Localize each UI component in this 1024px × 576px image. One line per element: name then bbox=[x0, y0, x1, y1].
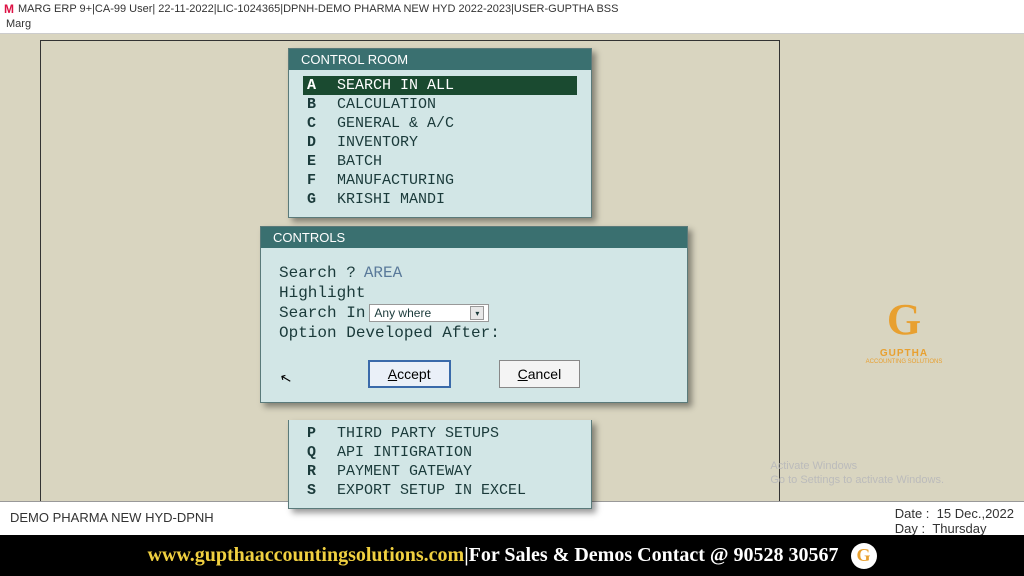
menu-key: A bbox=[307, 77, 319, 94]
menu-label: INVENTORY bbox=[337, 134, 418, 151]
menu-key: C bbox=[307, 115, 319, 132]
search-in-label: Search In bbox=[279, 304, 365, 322]
menu-label: BATCH bbox=[337, 153, 382, 170]
search-in-dropdown[interactable]: Any where ▾ bbox=[369, 304, 489, 322]
option-developed-label: Option Developed After: bbox=[279, 324, 500, 342]
title-bar: M MARG ERP 9+|CA-99 User| 22-11-2022|LIC… bbox=[0, 0, 1024, 18]
footer-url: www.gupthaaccountingsolutions.com bbox=[148, 544, 465, 567]
title-text: MARG ERP 9+|CA-99 User| 22-11-2022|LIC-1… bbox=[18, 3, 618, 15]
menu-label: SEARCH IN ALL bbox=[337, 77, 454, 94]
control-room-menu[interactable]: A SEARCH IN ALL B CALCULATION C GENERAL & A/C… bbox=[289, 70, 591, 217]
menu-label: EXPORT SETUP IN EXCEL bbox=[337, 482, 526, 499]
menu-item-marg[interactable]: Marg bbox=[6, 18, 31, 30]
menu-item-g[interactable]: G KRISHI MANDI bbox=[303, 190, 577, 209]
menu-key: E bbox=[307, 153, 319, 170]
menu-label: CALCULATION bbox=[337, 96, 436, 113]
cancel-button[interactable]: Cancel bbox=[499, 360, 581, 388]
controls-dialog: CONTROLS Search ? AREA Highlight Search … bbox=[260, 226, 688, 403]
date-label: Date : bbox=[895, 506, 930, 521]
search-in-value: Any where bbox=[374, 306, 431, 320]
menu-label: THIRD PARTY SETUPS bbox=[337, 425, 499, 442]
menu-item-b[interactable]: B CALCULATION bbox=[303, 95, 577, 114]
controls-title: CONTROLS bbox=[261, 227, 687, 248]
footer-logo-icon: G bbox=[851, 543, 877, 569]
search-input[interactable]: AREA bbox=[364, 264, 402, 282]
brand-logo-letter: G bbox=[874, 294, 934, 354]
status-right: Date : 15 Dec.,2022 Day : Thursday bbox=[895, 504, 1014, 533]
footer-banner: www.gupthaaccountingsolutions.com | For … bbox=[0, 535, 1024, 576]
menu-label: KRISHI MANDI bbox=[337, 191, 445, 208]
search-label: Search ? bbox=[279, 264, 356, 282]
highlight-label: Highlight bbox=[279, 284, 365, 302]
menu-item-e[interactable]: E BATCH bbox=[303, 152, 577, 171]
menu-key: F bbox=[307, 172, 319, 189]
menu-label: PAYMENT GATEWAY bbox=[337, 463, 472, 480]
menu-key: D bbox=[307, 134, 319, 151]
accept-rest: ccept bbox=[397, 366, 430, 382]
menu-bar[interactable]: Marg bbox=[0, 18, 1024, 34]
control-room-panel: CONTROL ROOM ASEARCH IN ALLBCALCULATIONC… bbox=[288, 48, 592, 218]
menu-item-s[interactable]: S EXPORT SETUP IN EXCEL bbox=[303, 481, 577, 500]
brand-logo: G GUPTHA ACCOUNTING SOLUTIONS bbox=[864, 294, 944, 374]
control-room-title: CONTROL ROOM bbox=[289, 49, 591, 70]
control-room-panel-bottom: P THIRD PARTY SETUPS Q API INTIGRATION R PAYM… bbox=[288, 420, 592, 509]
menu-key: P bbox=[307, 425, 319, 442]
menu-key: G bbox=[307, 191, 319, 208]
accept-button[interactable]: Accept bbox=[368, 360, 451, 388]
menu-label: GENERAL & A/C bbox=[337, 115, 454, 132]
menu-item-a[interactable]: A SEARCH IN ALL bbox=[303, 76, 577, 95]
footer-text: For Sales & Demos Contact @ 90528 30567 bbox=[469, 544, 839, 567]
control-room-menu-bottom[interactable]: P THIRD PARTY SETUPS Q API INTIGRATION R PAYM… bbox=[289, 420, 591, 508]
menu-item-c[interactable]: C GENERAL & A/C bbox=[303, 114, 577, 133]
app-icon: M bbox=[4, 2, 14, 16]
menu-item-q[interactable]: Q API INTIGRATION bbox=[303, 443, 577, 462]
menu-item-p[interactable]: P THIRD PARTY SETUPS bbox=[303, 424, 577, 443]
day-label: Day : bbox=[895, 521, 925, 536]
menu-key: R bbox=[307, 463, 319, 480]
windows-watermark: Activate Windows Go to Settings to activ… bbox=[770, 459, 944, 487]
status-left: DEMO PHARMA NEW HYD-DPNH bbox=[10, 504, 214, 533]
chevron-down-icon[interactable]: ▾ bbox=[470, 306, 484, 320]
menu-item-f[interactable]: F MANUFACTURING bbox=[303, 171, 577, 190]
cancel-rest: ancel bbox=[528, 366, 561, 382]
date-value: 15 Dec.,2022 bbox=[937, 506, 1014, 521]
menu-item-r[interactable]: R PAYMENT GATEWAY bbox=[303, 462, 577, 481]
menu-label: MANUFACTURING bbox=[337, 172, 454, 189]
menu-label: API INTIGRATION bbox=[337, 444, 472, 461]
menu-item-d[interactable]: D INVENTORY bbox=[303, 133, 577, 152]
menu-key: Q bbox=[307, 444, 319, 461]
menu-key: B bbox=[307, 96, 319, 113]
menu-key: S bbox=[307, 482, 319, 499]
brand-logo-sub: ACCOUNTING SOLUTIONS bbox=[864, 359, 944, 365]
day-value: Thursday bbox=[932, 521, 986, 536]
